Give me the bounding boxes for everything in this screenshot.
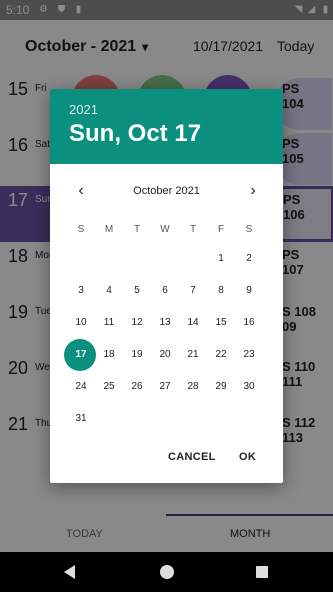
calendar-day[interactable]: 16 [235,313,263,333]
system-nav-bar [0,552,333,592]
calendar-day[interactable]: 31 [67,409,95,429]
calendar-day[interactable]: 8 [207,281,235,301]
year-selector[interactable]: 2021 [69,102,98,117]
calendar-day[interactable]: 18 [95,345,123,365]
recent-apps-icon[interactable] [256,566,268,578]
calendar-day[interactable]: 11 [95,313,123,333]
calendar-day[interactable]: 20 [151,345,179,365]
weekday-header: S [77,224,85,235]
calendar-day[interactable]: 1 [207,249,235,269]
calendar-day[interactable]: 19 [123,345,151,365]
dialog-header: 2021 Sun, Oct 17 [50,89,283,164]
ok-button[interactable]: OK [239,451,256,463]
selected-date-heading: Sun, Oct 17 [69,120,202,147]
chevron-right-icon: › [250,182,256,199]
back-icon[interactable] [64,565,75,579]
weekday-header: W [160,224,170,235]
next-month-button[interactable]: › [243,182,263,200]
calendar-day[interactable]: 4 [95,281,123,301]
calendar-day[interactable]: 22 [207,345,235,365]
calendar-day[interactable]: 7 [179,281,207,301]
cancel-button[interactable]: CANCEL [168,451,216,463]
calendar-day[interactable]: 13 [151,313,179,333]
calendar-day[interactable]: 29 [207,377,235,397]
calendar-day[interactable]: 12 [123,313,151,333]
weekday-header: M [104,224,114,235]
calendar-day[interactable]: 10 [67,313,95,333]
calendar-day[interactable]: 27 [151,377,179,397]
calendar-day[interactable]: 14 [179,313,207,333]
calendar-day-selected[interactable]: 17 [67,345,95,365]
calendar-day[interactable]: 3 [67,281,95,301]
calendar-day[interactable]: 25 [95,377,123,397]
calendar-day[interactable]: 26 [123,377,151,397]
calendar-day[interactable]: 6 [151,281,179,301]
date-picker-dialog: 2021 Sun, Oct 17 ‹ October 2021 › SMTWTF… [50,89,283,483]
calendar-day[interactable]: 5 [123,281,151,301]
calendar-day[interactable]: 21 [179,345,207,365]
calendar-day[interactable]: 30 [235,377,263,397]
calendar-day[interactable]: 9 [235,281,263,301]
calendar-day[interactable]: 2 [235,249,263,269]
calendar-day[interactable]: 23 [235,345,263,365]
weekday-header: T [133,224,141,235]
weekday-header: S [245,224,253,235]
home-icon[interactable] [160,565,174,579]
weekday-header: F [217,224,225,235]
calendar-day[interactable]: 24 [67,377,95,397]
calendar-day[interactable]: 28 [179,377,207,397]
calendar-day[interactable]: 15 [207,313,235,333]
weekday-header: T [189,224,197,235]
